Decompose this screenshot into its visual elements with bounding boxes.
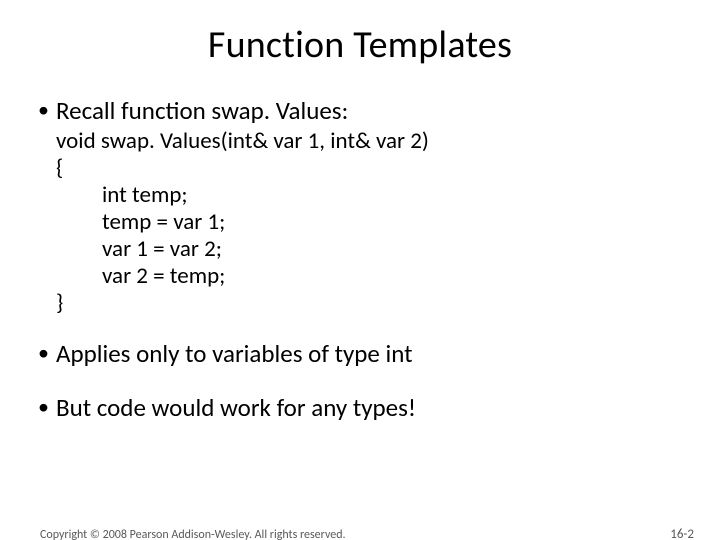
code-line: { — [56, 155, 690, 182]
code-line: } — [56, 290, 690, 317]
bullet-text: Recall function swap. Values: — [56, 96, 690, 126]
bullet-dot-icon: • — [38, 339, 56, 367]
code-line: int temp; — [56, 182, 690, 209]
bullet-item: • But code would work for any types! — [38, 393, 690, 423]
bullet-dot-icon: • — [38, 96, 56, 124]
code-line: var 1 = var 2; — [56, 236, 690, 263]
bullet-item: • Recall function swap. Values: — [38, 96, 690, 126]
bullet-text: Applies only to variables of type int — [56, 339, 690, 369]
code-line: void swap. Values(int& var 1, int& var 2… — [56, 128, 690, 155]
code-line: temp = var 1; — [56, 209, 690, 236]
bullet-dot-icon: • — [38, 393, 56, 421]
page-number: 16-2 — [670, 527, 694, 540]
copyright-footer: Copyright © 2008 Pearson Addison-Wesley.… — [40, 528, 346, 540]
bullet-text: But code would work for any types! — [56, 393, 690, 423]
bullet-item: • Applies only to variables of type int — [38, 339, 690, 369]
slide-body: • Recall function swap. Values: void swa… — [0, 96, 720, 422]
slide-title: Function Templates — [0, 22, 720, 68]
code-block: void swap. Values(int& var 1, int& var 2… — [56, 128, 690, 318]
code-line: var 2 = temp; — [56, 263, 690, 290]
slide: Function Templates • Recall function swa… — [0, 22, 720, 540]
spacer — [38, 371, 690, 393]
